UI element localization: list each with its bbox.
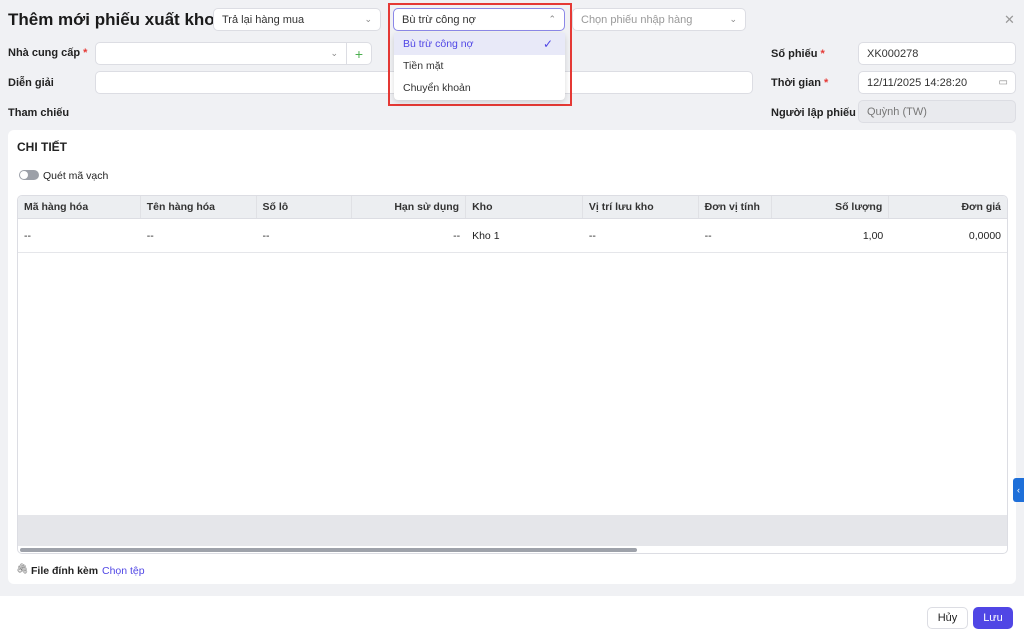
menu-item-transfer[interactable]: Chuyển khoản: [394, 77, 565, 99]
payment-menu: Bù trừ công nợ ✓ Tiền mặt Chuyển khoản: [394, 33, 565, 100]
toggle-knob: [20, 171, 28, 179]
calendar-icon[interactable]: ▭: [999, 77, 1008, 88]
payment-select-value: Bù trừ công nợ: [402, 13, 476, 26]
menu-item-label: Tiền mặt: [403, 60, 444, 72]
horizontal-scrollbar[interactable]: [20, 548, 637, 552]
col-header: Số lô: [257, 196, 353, 218]
payment-select[interactable]: Bù trừ công nợ ⌃: [393, 8, 565, 31]
creator-label: Người lập phiếu: [771, 107, 856, 119]
cell[interactable]: --: [699, 219, 773, 252]
detail-table: Mã hàng hóa Tên hàng hóa Số lô Hạn sử dụ…: [17, 195, 1008, 554]
footer: [0, 596, 1024, 641]
chevron-down-icon: ⌄: [729, 14, 737, 24]
paperclip-icon: 🖇: [16, 564, 29, 575]
col-header: Hạn sử dụng: [352, 196, 467, 218]
col-header: Kho: [466, 196, 583, 218]
cell[interactable]: --: [257, 219, 353, 252]
import-voucher-placeholder: Chọn phiếu nhập hàng: [581, 13, 693, 26]
menu-item-label: Chuyển khoản: [403, 82, 471, 94]
col-header: Đơn giá: [961, 201, 1001, 213]
col-header: Vị trí lưu kho: [583, 196, 699, 218]
time-value: 12/11/2025 14:28:20: [867, 76, 968, 89]
chevron-up-icon: ⌃: [548, 14, 556, 24]
barcode-toggle-label: Quét mã vạch: [43, 170, 109, 182]
menu-item-label: Bù trừ công nợ: [403, 38, 474, 50]
supplier-select[interactable]: ⌄: [95, 42, 347, 65]
col-header: Tên hàng hóa: [141, 196, 257, 218]
add-supplier-button[interactable]: +: [346, 42, 372, 65]
table-row[interactable]: -- -- -- -- Kho 1 -- -- 1,00 0,0000: [18, 219, 1007, 253]
menu-item-offset[interactable]: Bù trừ công nợ ✓: [394, 33, 565, 55]
cell[interactable]: 1,00: [772, 219, 889, 252]
table-header: Mã hàng hóa Tên hàng hóa Số lô Hạn sử dụ…: [18, 196, 1007, 219]
page-title: Thêm mới phiếu xuất kho: [8, 10, 215, 29]
cell[interactable]: --: [352, 219, 466, 252]
close-icon[interactable]: ✕: [1004, 12, 1015, 28]
save-button[interactable]: Lưu: [973, 607, 1013, 629]
cell[interactable]: --: [18, 219, 141, 252]
chevron-down-icon: ⌄: [364, 14, 372, 24]
cell[interactable]: Kho 1: [466, 219, 583, 252]
type-select-value: Trả lại hàng mua: [222, 13, 305, 26]
cell[interactable]: --: [141, 219, 257, 252]
col-header: Đơn vị tính: [699, 196, 773, 218]
creator-value: Quỳnh (TW): [867, 105, 927, 118]
voucher-no-value: XK000278: [867, 47, 919, 60]
creator-input: Quỳnh (TW): [858, 100, 1016, 123]
attachment-label: File đính kèm: [31, 565, 99, 577]
reference-label: Tham chiếu: [8, 107, 70, 119]
voucher-no-label: Số phiếu *: [771, 48, 825, 60]
import-voucher-select[interactable]: Chọn phiếu nhập hàng ⌄: [572, 8, 746, 31]
menu-item-cash[interactable]: Tiền mặt: [394, 55, 565, 77]
barcode-toggle[interactable]: [19, 170, 39, 180]
supplier-label: Nhà cung cấp *: [8, 47, 88, 59]
cell[interactable]: --: [583, 219, 699, 252]
voucher-no-input[interactable]: XK000278: [858, 42, 1016, 65]
side-panel-toggle[interactable]: ‹: [1013, 478, 1024, 502]
choose-file-link[interactable]: Chọn tệp: [102, 565, 145, 577]
detail-title: CHI TIẾT: [17, 140, 67, 154]
time-input[interactable]: 12/11/2025 14:28:20 ▭: [858, 71, 1016, 94]
col-header: Số lượng: [772, 196, 890, 218]
check-icon: ✓: [542, 37, 553, 51]
time-label: Thời gian *: [771, 77, 829, 89]
table-summary-row: [18, 515, 1007, 546]
chevron-down-icon: ⌄: [330, 48, 338, 58]
cell[interactable]: 0,0000: [889, 219, 1007, 252]
cancel-button[interactable]: Hủy: [927, 607, 968, 629]
description-label: Diễn giải: [8, 77, 54, 89]
type-select[interactable]: Trả lại hàng mua ⌄: [213, 8, 381, 31]
col-header: Mã hàng hóa: [18, 196, 141, 218]
